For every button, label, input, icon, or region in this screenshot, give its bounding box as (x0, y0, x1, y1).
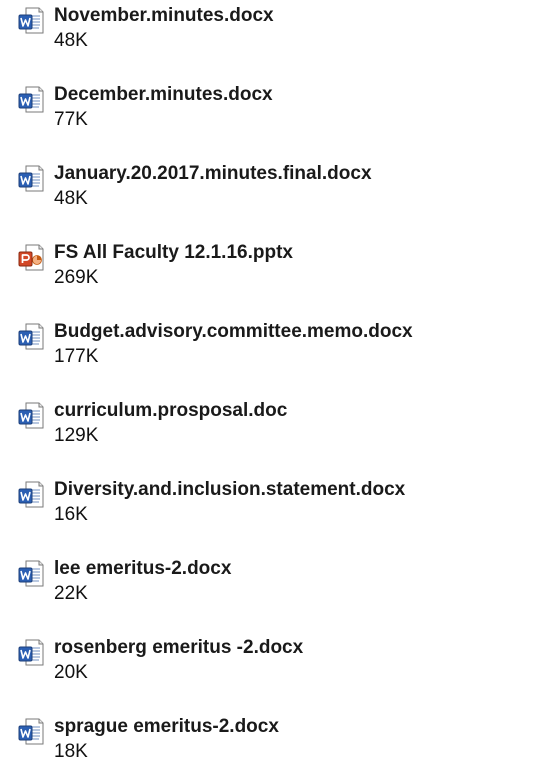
file-size: 18K (54, 741, 88, 762)
file-name[interactable]: FS All Faculty 12.1.16.pptx (54, 242, 293, 264)
file-item[interactable]: FS All Faculty 12.1.16.pptx 269K (0, 242, 551, 302)
file-size: 48K (54, 188, 88, 209)
file-size: 269K (54, 267, 99, 288)
file-item[interactable]: lee emeritus-2.docx 22K (0, 558, 551, 618)
file-item[interactable]: rosenberg emeritus -2.docx 20K (0, 637, 551, 697)
file-name[interactable]: curriculum.prosposal.doc (54, 400, 287, 422)
word-doc-icon (18, 323, 44, 351)
file-size: 16K (54, 504, 88, 525)
file-item[interactable]: November.minutes.docx 48K (0, 5, 551, 65)
file-item[interactable]: December.minutes.docx 77K (0, 84, 551, 144)
word-doc-icon (18, 718, 44, 746)
file-name[interactable]: November.minutes.docx (54, 5, 274, 27)
file-size: 48K (54, 30, 88, 51)
file-name[interactable]: Diversity.and.inclusion.statement.docx (54, 479, 405, 501)
file-name[interactable]: Budget.advisory.committee.memo.docx (54, 321, 413, 343)
file-size: 129K (54, 425, 99, 446)
file-item[interactable]: Diversity.and.inclusion.statement.docx 1… (0, 479, 551, 539)
file-name[interactable]: sprague emeritus-2.docx (54, 716, 279, 738)
word-doc-icon (18, 86, 44, 114)
file-size: 22K (54, 583, 88, 604)
file-name[interactable]: December.minutes.docx (54, 84, 273, 106)
file-item[interactable]: sprague emeritus-2.docx 18K (0, 716, 551, 776)
word-doc-icon (18, 165, 44, 193)
word-doc-icon (18, 481, 44, 509)
file-name[interactable]: rosenberg emeritus -2.docx (54, 637, 303, 659)
powerpoint-icon (18, 244, 44, 272)
file-item[interactable]: curriculum.prosposal.doc 129K (0, 400, 551, 460)
file-size: 177K (54, 346, 99, 367)
file-item[interactable]: January.20.2017.minutes.final.docx 48K (0, 163, 551, 223)
word-doc-icon (18, 560, 44, 588)
word-doc-icon (18, 639, 44, 667)
file-name[interactable]: January.20.2017.minutes.final.docx (54, 163, 372, 185)
file-name[interactable]: lee emeritus-2.docx (54, 558, 231, 580)
file-item[interactable]: Budget.advisory.committee.memo.docx 177K (0, 321, 551, 381)
file-size: 77K (54, 109, 88, 130)
word-doc-icon (18, 402, 44, 430)
word-doc-icon (18, 7, 44, 35)
file-size: 20K (54, 662, 88, 683)
